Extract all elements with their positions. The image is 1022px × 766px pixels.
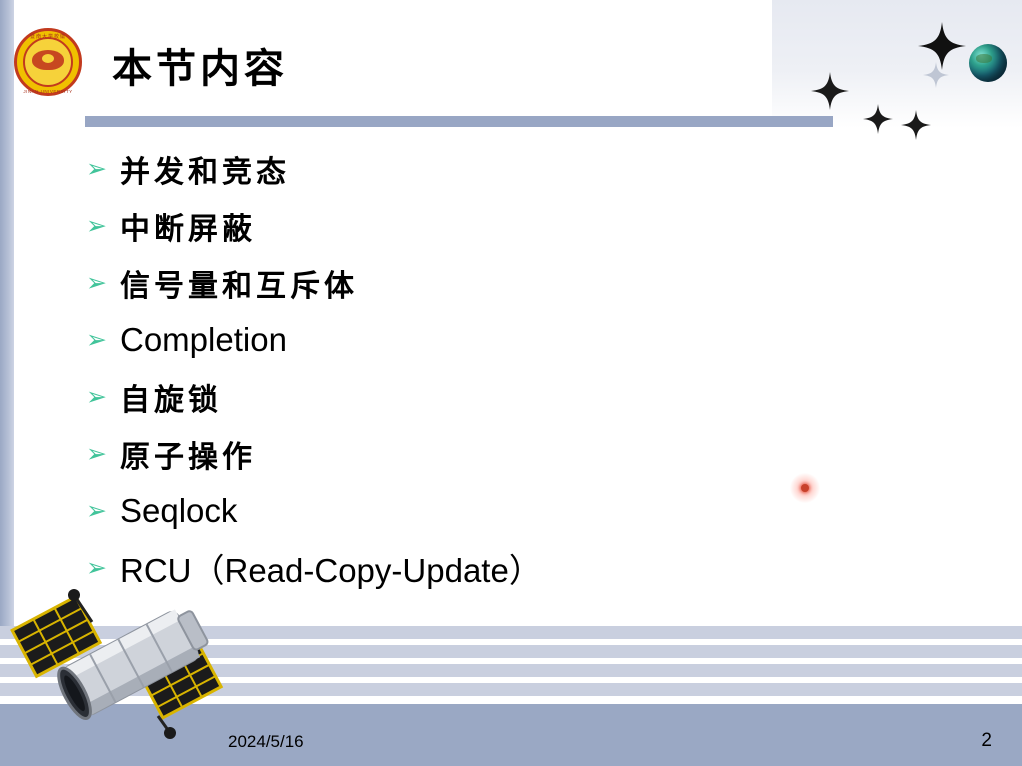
list-item: ➢ Completion bbox=[86, 311, 846, 368]
title-underline-bar bbox=[85, 116, 833, 127]
slide-title: 本节内容 bbox=[112, 45, 288, 92]
bullet-arrow-icon: ➢ bbox=[86, 268, 107, 297]
star-medium-icon bbox=[811, 72, 849, 110]
list-item-label: Seqlock bbox=[120, 491, 238, 529]
list-item-label: 中断屏蔽 bbox=[120, 211, 256, 247]
list-item-label: 原子操作 bbox=[120, 439, 256, 475]
list-item: ➢ 原子操作 bbox=[86, 425, 846, 482]
star-small-3-icon bbox=[923, 62, 949, 88]
list-item: ➢ 信号量和互斥体 bbox=[86, 254, 846, 311]
list-item-label: 自旋锁 bbox=[120, 382, 222, 418]
list-item-label: Completion bbox=[120, 320, 287, 358]
bullet-arrow-icon: ➢ bbox=[86, 325, 107, 354]
jinan-university-seal-logo: 暨南大学校徽 JINAN UNIVERSITY bbox=[14, 28, 86, 100]
list-item-label: 并发和竞态 bbox=[120, 154, 290, 190]
bullet-arrow-icon: ➢ bbox=[86, 439, 107, 468]
slide-canvas: 暨南大学校徽 JINAN UNIVERSITY 本节内容 ➢ 并发和竞态 ➢ 中… bbox=[0, 0, 1022, 766]
bullet-arrow-icon: ➢ bbox=[86, 154, 107, 183]
list-item: ➢ Seqlock bbox=[86, 482, 846, 539]
bullet-list: ➢ 并发和竞态 ➢ 中断屏蔽 ➢ 信号量和互斥体 ➢ Completion ➢ … bbox=[86, 140, 846, 596]
bullet-arrow-icon: ➢ bbox=[86, 211, 107, 240]
star-small-2-icon bbox=[901, 110, 931, 140]
bullet-arrow-icon: ➢ bbox=[86, 382, 107, 411]
footer-page-number: 2 bbox=[981, 730, 992, 751]
star-small-1-icon bbox=[863, 104, 893, 134]
list-item-label: 信号量和互斥体 bbox=[120, 268, 358, 304]
seal-top-text: 暨南大学校徽 bbox=[29, 34, 66, 40]
planet-icon bbox=[969, 44, 1007, 82]
satellite-icon bbox=[8, 576, 238, 744]
list-item: ➢ 自旋锁 bbox=[86, 368, 846, 425]
footer-date: 2024/5/16 bbox=[228, 732, 304, 751]
bullet-arrow-icon: ➢ bbox=[86, 496, 107, 525]
list-item: ➢ 并发和竞态 bbox=[86, 140, 846, 197]
list-item: ➢ 中断屏蔽 bbox=[86, 197, 846, 254]
seal-bottom-text: JINAN UNIVERSITY bbox=[23, 89, 73, 94]
